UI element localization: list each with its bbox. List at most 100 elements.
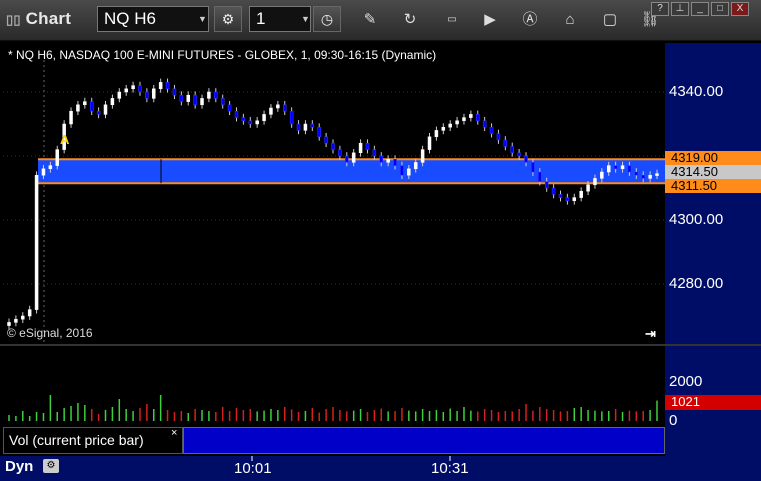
chart-subtitle: * NQ H6, NASDAQ 100 E-MINI FUTURES - GLO… — [8, 48, 437, 62]
candle-body — [110, 98, 115, 106]
candle-body — [641, 174, 645, 179]
candle-body — [345, 155, 349, 163]
candle-body — [648, 174, 652, 179]
price-tick-label: 4300.00 — [669, 211, 724, 228]
candle-body — [441, 126, 446, 131]
candle-body — [241, 117, 246, 122]
candle-body — [96, 110, 101, 115]
candle-body — [358, 142, 363, 154]
candle-body — [282, 104, 287, 112]
price-tick-label: 4340.00 — [669, 83, 724, 100]
candle-body — [455, 120, 459, 125]
candle-body — [627, 165, 632, 173]
candle-body — [34, 174, 39, 310]
volume-close-button[interactable]: × — [171, 427, 177, 439]
chart-svg — [3, 60, 665, 461]
candle-body — [558, 194, 563, 198]
candle-body — [296, 123, 301, 131]
candle-body — [310, 123, 315, 128]
candle-body — [83, 101, 87, 106]
candle-body — [89, 101, 94, 112]
candle-body — [586, 184, 590, 192]
candle-body — [207, 91, 211, 99]
candle-body — [606, 165, 611, 173]
candle-body — [317, 126, 321, 138]
candle-body — [400, 165, 404, 176]
candle-body — [420, 149, 425, 163]
candle-body — [427, 136, 432, 150]
candle-body — [220, 98, 225, 106]
candle-body — [27, 309, 32, 317]
volume-tick-label: 0 — [669, 412, 678, 429]
upper-level-tag: 4319.00 — [665, 151, 761, 165]
candle-body — [372, 149, 377, 157]
candle-body — [179, 94, 184, 102]
candle-body — [158, 82, 163, 90]
lower-level-tag: 4311.50 — [665, 179, 761, 193]
candle-body — [48, 165, 53, 170]
candle-body — [248, 120, 253, 125]
candle-body — [434, 130, 439, 138]
dynamic-mode-label[interactable]: Dyn — [5, 458, 33, 475]
candle-body — [289, 110, 294, 125]
volume-tick-label: 2000 — [669, 373, 703, 390]
candle-body — [21, 315, 25, 320]
candle-body — [234, 110, 239, 118]
candle-body — [331, 142, 335, 150]
candle-body — [14, 318, 18, 323]
candle-body — [593, 178, 597, 186]
candle-body — [655, 173, 659, 176]
candle-body — [407, 168, 411, 176]
candle-body — [565, 197, 570, 202]
price-tick-label: 4280.00 — [669, 275, 724, 292]
candle-body — [462, 117, 466, 122]
candle-body — [214, 91, 218, 99]
candle-body — [365, 142, 370, 150]
candle-body — [55, 149, 60, 166]
candle-body — [538, 171, 542, 182]
candle-body — [124, 88, 128, 93]
candle-body — [269, 107, 273, 115]
candle-body — [172, 88, 177, 96]
candle-body — [103, 104, 108, 115]
candle-body — [524, 155, 528, 163]
candle-body — [145, 91, 149, 99]
settings-icon[interactable]: ⚙ — [43, 459, 59, 473]
scroll-to-end-icon[interactable]: ⇥ — [645, 326, 656, 342]
marker-a[interactable]: A — [60, 132, 69, 147]
candle-body — [227, 104, 232, 112]
candle-body — [165, 82, 170, 90]
candle-body — [579, 190, 583, 198]
time-tick-label: 10:01 — [234, 460, 272, 477]
candle-body — [324, 136, 328, 144]
volume-study-bar[interactable] — [183, 427, 665, 454]
candle-body — [476, 114, 480, 122]
candle-body — [531, 162, 535, 173]
candle-body — [255, 120, 259, 125]
candle-body — [510, 146, 514, 154]
candle-body — [117, 91, 122, 99]
candle-body — [200, 98, 204, 106]
candle-body — [193, 94, 197, 106]
candle-body — [303, 123, 308, 131]
candle-body — [69, 110, 73, 125]
candle-body — [41, 168, 46, 176]
candle-body — [600, 171, 604, 179]
candle-body — [386, 158, 390, 163]
candle-body — [613, 165, 618, 170]
candle-body — [489, 126, 494, 134]
candle-body — [138, 85, 142, 93]
candle-body — [276, 104, 280, 109]
candle-body — [544, 181, 549, 189]
candle-body — [338, 149, 342, 157]
candle-body — [503, 139, 508, 147]
level-band — [38, 159, 665, 184]
candle-body — [517, 152, 521, 157]
candle-body — [131, 85, 135, 90]
last-price-tag: 4314.50 — [665, 165, 761, 179]
candle-body — [393, 158, 397, 166]
candle-body — [262, 114, 266, 122]
candle-body — [572, 197, 577, 202]
candle-body — [469, 114, 473, 118]
candle-body — [482, 120, 487, 128]
